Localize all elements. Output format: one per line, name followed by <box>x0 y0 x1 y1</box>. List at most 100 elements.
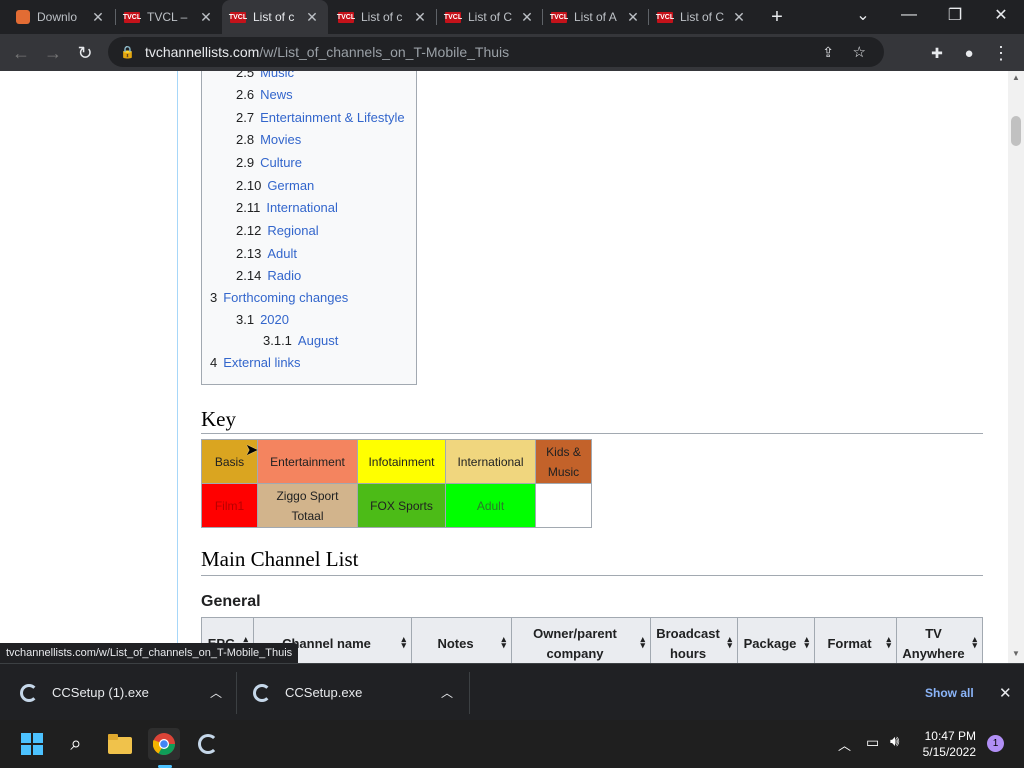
column-header[interactable]: TV Anywhere ▴ ▾ <box>896 617 983 663</box>
system-clock[interactable]: 10:47 PM 5/15/2022 <box>920 728 976 760</box>
sort-icon[interactable]: ▴▾ <box>401 635 406 650</box>
close-tab-icon[interactable]: ✕ <box>412 9 428 26</box>
toc-entry[interactable]: 3.1.1 August <box>263 333 338 348</box>
tvcl-icon: TVCL <box>655 11 675 23</box>
close-tab-icon[interactable]: ✕ <box>304 9 320 26</box>
toc-link[interactable]: 2020 <box>260 312 289 327</box>
chevron-up-icon[interactable]: ︿ <box>441 684 453 701</box>
toc-entry[interactable]: 3.1 2020 <box>236 312 289 327</box>
download-item-2[interactable]: CCSetup.exe ︿ <box>253 664 463 721</box>
share-icon[interactable]: ⇪ <box>822 44 834 61</box>
sort-icon[interactable]: ▴▾ <box>640 635 645 650</box>
close-tab-icon[interactable]: ✕ <box>90 9 106 26</box>
toc-number: 3 <box>210 290 218 305</box>
toc-link[interactable]: Movies <box>260 132 301 147</box>
network-icon[interactable]: ▭ <box>866 734 879 751</box>
notification-badge[interactable]: 1 <box>987 735 1004 752</box>
toc-entry[interactable]: 2.13 Adult <box>236 246 297 261</box>
tab-search-button[interactable]: ⌄ <box>840 0 886 30</box>
toc-link[interactable]: German <box>267 178 314 193</box>
toc-link[interactable]: Forthcoming changes <box>223 290 348 305</box>
column-header[interactable]: Format ▴ ▾ <box>814 617 897 663</box>
menu-button[interactable]: ⋮ <box>988 40 1014 66</box>
toc-link[interactable]: News <box>260 87 293 102</box>
chevron-up-icon[interactable]: ︿ <box>210 684 222 701</box>
file-explorer-button[interactable] <box>104 728 136 760</box>
sort-icon[interactable]: ▴▾ <box>804 635 809 650</box>
extensions-button[interactable]: ✚ <box>924 40 950 66</box>
toc-entry[interactable]: 4 External links <box>210 355 301 370</box>
reload-button[interactable]: ↻ <box>72 40 98 66</box>
sort-icon[interactable]: ▴▾ <box>972 635 977 650</box>
start-button[interactable] <box>16 728 48 760</box>
scrollbar-thumb[interactable] <box>1011 116 1021 146</box>
volume-icon[interactable]: 🔊︎ <box>890 733 899 750</box>
tab-3[interactable]: TVCL List of c ✕ <box>222 0 328 34</box>
toc-entry[interactable]: 2.6 News <box>236 87 293 102</box>
toc-link[interactable]: Entertainment & Lifestyle <box>260 110 405 125</box>
key-cell <box>535 483 592 528</box>
key-heading: Key <box>201 407 236 431</box>
toc-entry[interactable]: 2.8 Movies <box>236 132 301 147</box>
column-header[interactable]: Notes ▴ ▾ <box>411 617 512 663</box>
tab-5[interactable]: TVCL List of C ✕ <box>437 0 543 34</box>
toc-entry[interactable]: 2.11 International <box>236 200 338 215</box>
key-cell: International <box>445 439 536 484</box>
key-cell: FOX Sports <box>357 483 446 528</box>
tab-1[interactable]: Downlo ✕ <box>8 0 114 34</box>
scroll-down-icon[interactable]: ▼ <box>1012 649 1020 658</box>
toc-link[interactable]: Radio <box>267 268 301 283</box>
column-header[interactable]: Owner/parent company ▴ ▾ <box>511 617 651 663</box>
search-button[interactable]: ⌕ <box>60 728 92 760</box>
restore-button[interactable]: ❐ <box>932 0 978 30</box>
downloads-bar: CCSetup (1).exe ︿ CCSetup.exe ︿ Show all… <box>0 663 1024 720</box>
chevron-up-icon[interactable]: ︿ <box>838 735 851 754</box>
profile-button[interactable]: ● <box>956 40 982 66</box>
toc-link[interactable]: Adult <box>267 246 297 261</box>
content-border <box>177 71 178 663</box>
toc-entry[interactable]: 2.10 German <box>236 178 314 193</box>
close-window-button[interactable]: ✕ <box>978 0 1024 30</box>
chevron-down-icon: ⌄ <box>856 7 870 24</box>
tab-7[interactable]: TVCL List of C ✕ <box>649 0 755 34</box>
forward-button[interactable]: → <box>40 40 66 66</box>
scroll-up-icon[interactable]: ▲ <box>1012 73 1020 82</box>
minimize-button[interactable]: — <box>886 0 932 30</box>
toc-entry[interactable]: 2.7 Entertainment & Lifestyle <box>236 110 405 125</box>
toc-link[interactable]: Culture <box>260 155 302 170</box>
column-header[interactable]: Broadcast hours ▴ ▾ <box>650 617 738 663</box>
table-of-contents: 2.5 Music 2.6 News 2.7 Entertainment & Lifest… <box>201 71 417 385</box>
toc-link[interactable]: Music <box>260 71 294 80</box>
chrome-taskbar-button[interactable] <box>148 728 180 760</box>
tab-6[interactable]: TVCL List of A ✕ <box>543 0 649 34</box>
toc-link[interactable]: August <box>298 333 338 348</box>
tab-2[interactable]: TVCL TVCL – ✕ <box>116 0 222 34</box>
toc-link[interactable]: International <box>266 200 338 215</box>
toc-entry[interactable]: 2.14 Radio <box>236 268 301 283</box>
toc-entry[interactable]: 3 Forthcoming changes <box>210 290 348 305</box>
toc-entry[interactable]: 2.12 Regional <box>236 223 319 238</box>
close-tab-icon[interactable]: ✕ <box>519 9 535 26</box>
sort-icon[interactable]: ▴▾ <box>727 635 732 650</box>
ccleaner-taskbar-button[interactable] <box>192 728 224 760</box>
column-header[interactable]: Package ▴ ▾ <box>737 617 815 663</box>
sort-icon[interactable]: ▴▾ <box>501 635 506 650</box>
bookmark-star-icon[interactable]: ☆ <box>853 43 866 61</box>
toc-entry[interactable]: 2.5 Music <box>236 71 294 80</box>
close-tab-icon[interactable]: ✕ <box>198 9 214 26</box>
address-bar[interactable]: 🔒 tvchannellists.com/w/List_of_channels_… <box>108 37 884 67</box>
toc-link[interactable]: Regional <box>267 223 318 238</box>
main-heading-rule <box>201 575 983 576</box>
tab-4[interactable]: TVCL List of c ✕ <box>330 0 436 34</box>
show-all-downloads-link[interactable]: Show all <box>925 664 974 721</box>
download-item-1[interactable]: CCSetup (1).exe ︿ <box>20 664 230 721</box>
close-tab-icon[interactable]: ✕ <box>731 9 747 26</box>
close-downloads-button[interactable]: ✕ <box>999 664 1012 721</box>
close-tab-icon[interactable]: ✕ <box>625 9 641 26</box>
back-button[interactable]: ← <box>8 40 34 66</box>
new-tab-button[interactable]: + <box>762 0 792 34</box>
page-scrollbar[interactable]: ▲ ▼ <box>1008 71 1024 663</box>
toc-link[interactable]: External links <box>223 355 300 370</box>
sort-icon[interactable]: ▴▾ <box>886 635 891 650</box>
toc-entry[interactable]: 2.9 Culture <box>236 155 302 170</box>
